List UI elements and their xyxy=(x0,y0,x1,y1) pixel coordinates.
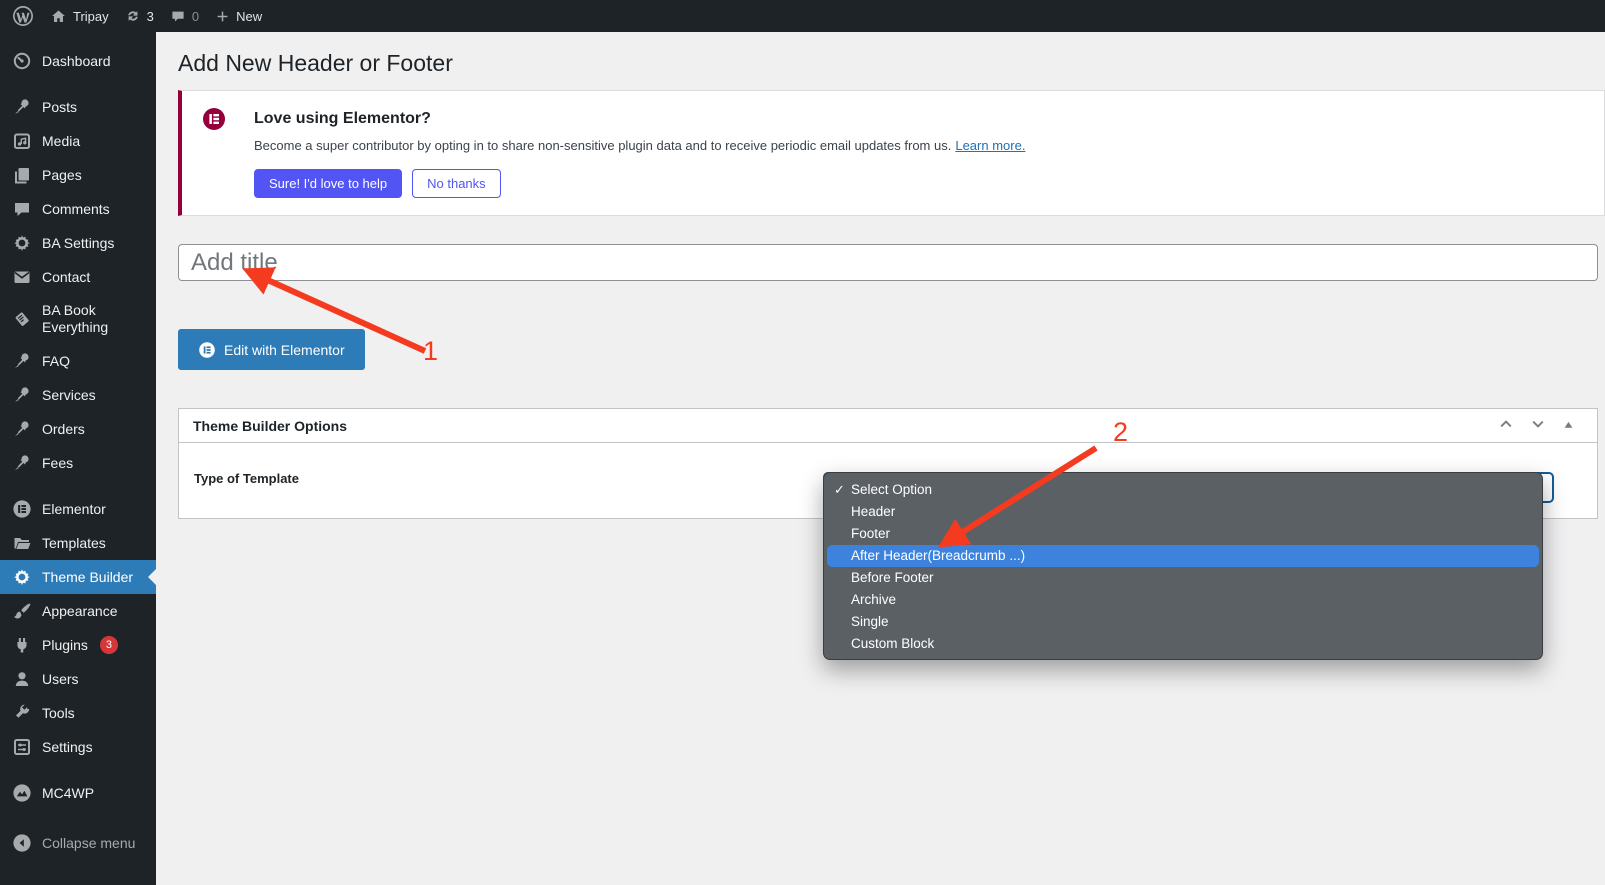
learn-more-link[interactable]: Learn more. xyxy=(955,138,1025,153)
pushpin-icon xyxy=(12,385,32,405)
metabox-title: Theme Builder Options xyxy=(193,417,348,434)
comments-icon xyxy=(12,199,32,219)
sidebar-item-ba-book-everything[interactable]: BA Book Everything xyxy=(0,294,156,344)
admin-bar: Tripay 3 0 New xyxy=(0,0,1605,32)
gear-icon xyxy=(12,233,32,253)
dropdown-option-footer[interactable]: Footer xyxy=(827,523,1539,545)
pages-icon xyxy=(12,165,32,185)
move-up-icon[interactable] xyxy=(1490,414,1522,438)
elementor-logo-icon xyxy=(203,108,225,130)
metabox-header: Theme Builder Options xyxy=(179,409,1597,443)
elementor-icon xyxy=(12,499,32,519)
collapse-arrow-icon xyxy=(12,833,32,853)
wordpress-menu[interactable] xyxy=(12,5,34,27)
dropdown-option-select-option[interactable]: Select Option xyxy=(827,479,1539,501)
annotation-step-1: 1 xyxy=(423,336,439,366)
admin-sidebar: Dashboard Posts Media Pages Comments BA … xyxy=(0,32,156,885)
collapse-menu-button[interactable]: Collapse menu xyxy=(0,826,156,860)
new-label: New xyxy=(236,8,263,24)
site-name: Tripay xyxy=(73,8,109,24)
pushpin-icon xyxy=(12,419,32,439)
sidebar-item-tools[interactable]: Tools xyxy=(0,696,156,730)
dropdown-option-single[interactable]: Single xyxy=(827,611,1539,633)
envelope-icon xyxy=(12,267,32,287)
selected-check-icon xyxy=(834,479,845,501)
sidebar-item-settings[interactable]: Settings xyxy=(0,730,156,764)
home-icon xyxy=(50,8,67,25)
wrench-icon xyxy=(12,703,32,723)
sidebar-separator xyxy=(0,764,156,776)
dropdown-option-header[interactable]: Header xyxy=(827,501,1539,523)
field-label-type-of-template: Type of Template xyxy=(194,471,299,486)
sidebar-item-comments[interactable]: Comments xyxy=(0,192,156,226)
sidebar-item-services[interactable]: Services xyxy=(0,378,156,412)
comments-link[interactable]: 0 xyxy=(170,8,199,24)
notice-body: Become a super contributor by opting in … xyxy=(254,138,1026,153)
dashboard-icon xyxy=(12,51,32,71)
site-link[interactable]: Tripay xyxy=(50,8,109,25)
sidebar-item-posts[interactable]: Posts xyxy=(0,90,156,124)
sidebar-item-theme-builder[interactable]: Theme Builder xyxy=(0,560,156,594)
sidebar-separator xyxy=(0,78,156,90)
comments-count: 0 xyxy=(191,8,200,24)
updates-icon xyxy=(125,8,141,24)
updates-count: 3 xyxy=(146,8,154,24)
elementor-logo-icon xyxy=(199,341,215,358)
accept-data-sharing-button[interactable]: Sure! I'd love to help xyxy=(254,169,403,198)
plus-icon xyxy=(215,9,230,24)
title-input[interactable] xyxy=(178,244,1598,281)
book-icon xyxy=(12,309,32,329)
pushpin-icon xyxy=(12,453,32,473)
decline-data-sharing-button[interactable]: No thanks xyxy=(412,169,501,198)
toggle-panel-icon[interactable] xyxy=(1554,414,1583,438)
plugins-update-badge: 3 xyxy=(99,636,118,654)
sidebar-item-mc4wp[interactable]: MC4WP xyxy=(0,776,156,810)
sidebar-item-appearance[interactable]: Appearance xyxy=(0,594,156,628)
sidebar-item-plugins[interactable]: Plugins 3 xyxy=(0,628,156,662)
sidebar-item-templates[interactable]: Templates xyxy=(0,526,156,560)
sidebar-item-media[interactable]: Media xyxy=(0,124,156,158)
sidebar-item-users[interactable]: Users xyxy=(0,662,156,696)
template-type-dropdown: Select Option Header Footer After Header… xyxy=(823,472,1543,660)
new-content-link[interactable]: New xyxy=(215,9,262,24)
sidebar-item-fees[interactable]: Fees xyxy=(0,446,156,480)
pushpin-icon xyxy=(12,97,32,117)
move-down-icon[interactable] xyxy=(1522,414,1554,438)
sidebar-item-dashboard[interactable]: Dashboard xyxy=(0,44,156,78)
dropdown-option-archive[interactable]: Archive xyxy=(827,589,1539,611)
sidebar-separator xyxy=(0,480,156,492)
wordpress-logo-icon xyxy=(12,5,34,27)
dropdown-option-after-header[interactable]: After Header(Breadcrumb ...) xyxy=(827,545,1539,567)
sidebar-item-orders[interactable]: Orders xyxy=(0,412,156,446)
dropdown-option-custom-block[interactable]: Custom Block xyxy=(827,633,1539,655)
pushpin-icon xyxy=(12,351,32,371)
dropdown-option-before-footer[interactable]: Before Footer xyxy=(827,567,1539,589)
sidebar-item-pages[interactable]: Pages xyxy=(0,158,156,192)
edit-with-elementor-button[interactable]: Edit with Elementor xyxy=(178,329,365,370)
sidebar-item-ba-settings[interactable]: BA Settings xyxy=(0,226,156,260)
sidebar-item-faq[interactable]: FAQ xyxy=(0,344,156,378)
elementor-notice: Love using Elementor? Become a super con… xyxy=(178,90,1605,216)
folder-icon xyxy=(12,533,32,553)
user-icon xyxy=(12,669,32,689)
media-icon xyxy=(12,131,32,151)
notice-title: Love using Elementor? xyxy=(254,110,431,127)
mc4wp-icon xyxy=(12,783,32,803)
sliders-icon xyxy=(12,737,32,757)
sidebar-item-contact[interactable]: Contact xyxy=(0,260,156,294)
brush-icon xyxy=(12,601,32,621)
updates-link[interactable]: 3 xyxy=(125,8,154,24)
page-title: Add New Header or Footer xyxy=(178,50,453,76)
comment-bubble-icon xyxy=(170,8,186,24)
gear-icon xyxy=(12,567,32,587)
sidebar-item-elementor[interactable]: Elementor xyxy=(0,492,156,526)
plug-icon xyxy=(12,635,32,655)
